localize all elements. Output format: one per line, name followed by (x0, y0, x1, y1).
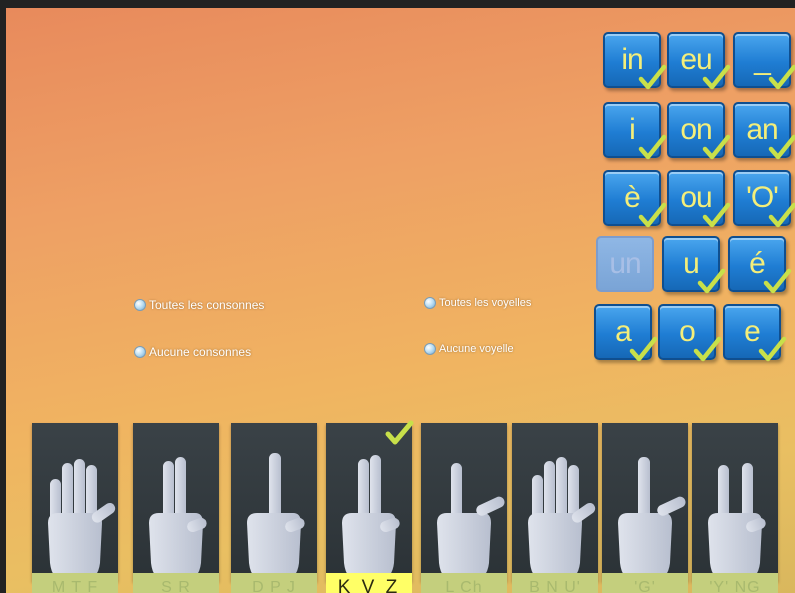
no-consonants-option[interactable]: Aucune consonnes (134, 345, 251, 359)
vowel-tile-i[interactable]: i (603, 102, 667, 160)
radio-button[interactable] (424, 343, 436, 355)
check-icon (697, 268, 726, 294)
vowel-tile-e-acute[interactable]: é (728, 236, 792, 294)
check-icon (693, 336, 722, 362)
check-icon (629, 336, 658, 362)
check-icon (758, 336, 787, 362)
hand-label-6[interactable]: B N U' (512, 573, 598, 593)
check-icon (768, 202, 795, 228)
radio-button[interactable] (134, 346, 146, 358)
hand-card-6[interactable] (512, 423, 598, 581)
hand-card-2[interactable] (133, 423, 219, 581)
vowel-tile-a[interactable]: a (594, 304, 658, 362)
vowel-tile-blank[interactable]: _ (733, 32, 795, 90)
hand-label-3[interactable]: D P J (231, 573, 317, 593)
hand-label-4[interactable]: K V Z (326, 573, 412, 593)
no-vowels-option[interactable]: Aucune voyelle (424, 343, 514, 355)
hand-sign-icon (149, 457, 207, 581)
hand-sign-icon (708, 463, 766, 581)
check-icon (638, 202, 667, 228)
vowel-tile-eu[interactable]: eu (667, 32, 731, 90)
check-icon (763, 268, 792, 294)
hand-label-5[interactable]: L Ch (421, 573, 507, 593)
vowel-tile-e[interactable]: e (723, 304, 787, 362)
check-icon (638, 64, 667, 90)
hand-sign-icon (437, 463, 505, 581)
option-label: Toutes les consonnes (149, 298, 265, 312)
all-vowels-option[interactable]: Toutes les voyelles (424, 297, 531, 309)
vowel-label: i (629, 113, 636, 146)
vowel-tile-un[interactable]: un (596, 236, 654, 292)
hand-label-1[interactable]: M T F (32, 573, 118, 593)
check-icon (702, 64, 731, 90)
hand-sign-icon (618, 457, 686, 581)
vowel-tile-an[interactable]: an (733, 102, 795, 160)
all-consonants-option[interactable]: Toutes les consonnes (134, 298, 264, 312)
vowel-tile-e-grave[interactable]: è (603, 170, 667, 228)
hand-card-3[interactable] (231, 423, 317, 581)
hand-card-8[interactable] (692, 423, 778, 581)
vowel-tile-ou[interactable]: ou (667, 170, 731, 228)
vowel-tile-in[interactable]: in (603, 32, 667, 90)
hand-sign-icon (48, 459, 116, 581)
option-label: Aucune voyelle (439, 343, 514, 355)
app-screen: in eu _ i on an è ou 'O' un u é a o e To… (6, 8, 795, 593)
hand-sign-icon (247, 453, 305, 581)
radio-button[interactable] (134, 299, 146, 311)
hand-label-2[interactable]: S R (133, 573, 219, 593)
hand-label-7[interactable]: 'G' (602, 573, 688, 593)
check-icon (638, 134, 667, 160)
vowel-tile-on[interactable]: on (667, 102, 731, 160)
radio-button[interactable] (424, 297, 436, 309)
check-icon (702, 202, 731, 228)
vowel-tile-o[interactable]: o (658, 304, 722, 362)
hand-card-5[interactable] (421, 423, 507, 581)
vowel-label: un (609, 247, 641, 280)
hand-sign-icon (528, 457, 596, 581)
check-icon (702, 134, 731, 160)
option-label: Toutes les voyelles (439, 297, 532, 309)
selected-check-icon (385, 420, 414, 445)
option-label: Aucune consonnes (149, 345, 252, 359)
hand-card-1[interactable] (32, 423, 118, 581)
vowel-tile-u[interactable]: u (662, 236, 726, 294)
vowel-tile-o-open[interactable]: 'O' (733, 170, 795, 228)
check-icon (768, 64, 795, 90)
hand-label-8[interactable]: 'Y' NG (692, 573, 778, 593)
hand-card-7[interactable] (602, 423, 688, 581)
check-icon (768, 134, 795, 160)
